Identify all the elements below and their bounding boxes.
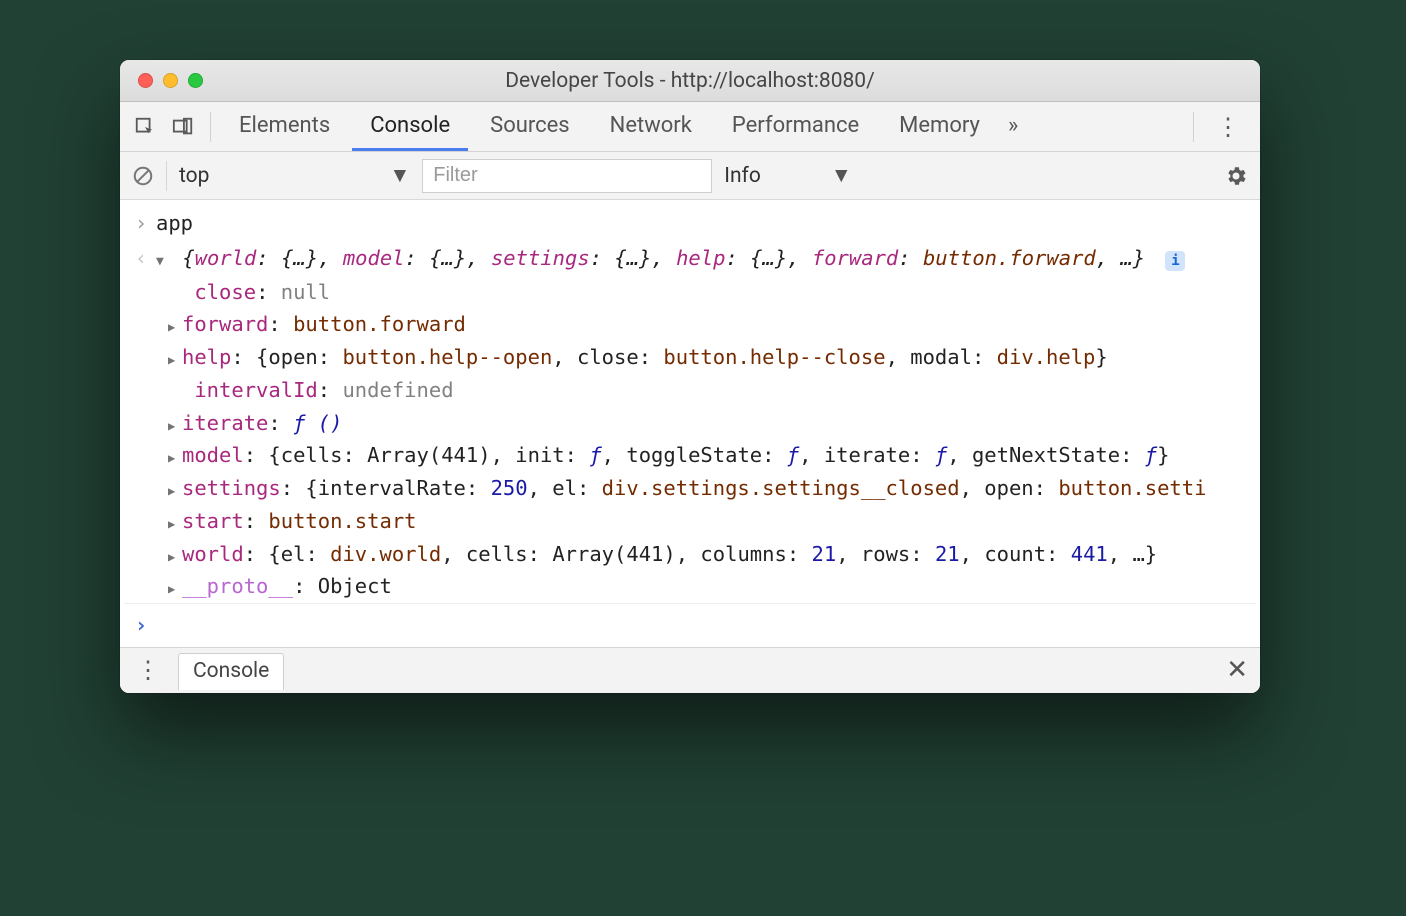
tab-divider-right bbox=[1193, 112, 1194, 142]
console-input-row[interactable]: › app bbox=[124, 206, 1256, 241]
window-titlebar: Developer Tools - http://localhost:8080/ bbox=[120, 60, 1260, 102]
caret-icon[interactable] bbox=[168, 506, 182, 537]
tab-performance[interactable]: Performance bbox=[714, 103, 877, 151]
drawer-close-icon[interactable]: ✕ bbox=[1226, 655, 1248, 685]
device-toolbar-icon[interactable] bbox=[166, 110, 200, 144]
console-result-row[interactable]: ‹ {world: {…}, model: {…}, settings: {…}… bbox=[124, 241, 1256, 276]
console-toolbar: top ▼ Info ▼ bbox=[120, 152, 1260, 200]
tab-console[interactable]: Console bbox=[352, 103, 468, 151]
object-tree: close: null forward: button.forward help… bbox=[124, 276, 1256, 604]
drawer-tab-console[interactable]: Console bbox=[178, 653, 284, 690]
prop-close[interactable]: close: null bbox=[168, 276, 1256, 309]
window-title: Developer Tools - http://localhost:8080/ bbox=[120, 69, 1260, 93]
tab-divider bbox=[210, 112, 211, 142]
devtools-window: Developer Tools - http://localhost:8080/… bbox=[120, 60, 1260, 693]
console-input-text: app bbox=[152, 208, 1246, 239]
tab-sources[interactable]: Sources bbox=[472, 103, 588, 151]
object-summary[interactable]: {world: {…}, model: {…}, settings: {…}, … bbox=[152, 243, 1246, 274]
panel-tabs: Elements Console Sources Network Perform… bbox=[120, 102, 1260, 152]
prop-world[interactable]: world: {el: div.world, cells: Array(441)… bbox=[168, 538, 1256, 571]
console-prompt[interactable]: › bbox=[124, 603, 1256, 643]
filter-input[interactable] bbox=[422, 159, 712, 193]
prop-settings[interactable]: settings: {intervalRate: 250, el: div.se… bbox=[168, 472, 1256, 505]
tab-memory[interactable]: Memory bbox=[881, 103, 998, 151]
chevron-down-icon: ▼ bbox=[389, 164, 410, 188]
tab-network[interactable]: Network bbox=[592, 103, 710, 151]
tabs-overflow[interactable]: » bbox=[1002, 103, 1024, 151]
caret-icon[interactable] bbox=[168, 309, 182, 340]
drawer-menu-icon[interactable]: ⋮ bbox=[132, 656, 164, 684]
loglevel-select[interactable]: Info ▼ bbox=[724, 164, 851, 188]
prop-model[interactable]: model: {cells: Array(441), init: ƒ, togg… bbox=[168, 439, 1256, 472]
prop-proto[interactable]: __proto__: Object bbox=[168, 570, 1256, 603]
clear-console-icon[interactable] bbox=[132, 165, 154, 187]
drawer: ⋮ Console ✕ bbox=[120, 647, 1260, 693]
caret-icon[interactable] bbox=[168, 571, 182, 602]
prop-forward[interactable]: forward: button.forward bbox=[168, 308, 1256, 341]
caret-icon[interactable] bbox=[168, 440, 182, 471]
caret-icon[interactable] bbox=[168, 539, 182, 570]
context-select-value: top bbox=[179, 164, 209, 188]
inspect-icon[interactable] bbox=[128, 110, 162, 144]
prop-help[interactable]: help: {open: button.help--open, close: b… bbox=[168, 341, 1256, 374]
console-settings-icon[interactable] bbox=[1224, 164, 1248, 188]
prop-start[interactable]: start: button.start bbox=[168, 505, 1256, 538]
info-badge-icon[interactable]: i bbox=[1165, 251, 1185, 271]
prompt-chevron-icon: › bbox=[130, 610, 152, 641]
chevron-down-icon: ▼ bbox=[831, 164, 852, 188]
expand-caret-icon[interactable] bbox=[156, 243, 170, 274]
output-chevron-icon: ‹ bbox=[130, 243, 152, 274]
traffic-lights bbox=[120, 73, 203, 88]
prop-intervalid[interactable]: intervalId: undefined bbox=[168, 374, 1256, 407]
context-select[interactable]: top ▼ bbox=[179, 164, 410, 188]
input-chevron-icon: › bbox=[130, 208, 152, 239]
caret-icon[interactable] bbox=[168, 473, 182, 504]
devtools-menu-icon[interactable]: ⋮ bbox=[1204, 113, 1252, 141]
loglevel-value: Info bbox=[724, 164, 761, 188]
toolbar-divider bbox=[166, 161, 167, 191]
prop-iterate[interactable]: iterate: ƒ () bbox=[168, 407, 1256, 440]
zoom-window-button[interactable] bbox=[188, 73, 203, 88]
tab-elements[interactable]: Elements bbox=[221, 103, 348, 151]
minimize-window-button[interactable] bbox=[163, 73, 178, 88]
caret-icon[interactable] bbox=[168, 408, 182, 439]
caret-icon[interactable] bbox=[168, 342, 182, 373]
close-window-button[interactable] bbox=[138, 73, 153, 88]
console-output: › app ‹ {world: {…}, model: {…}, setting… bbox=[120, 200, 1260, 647]
